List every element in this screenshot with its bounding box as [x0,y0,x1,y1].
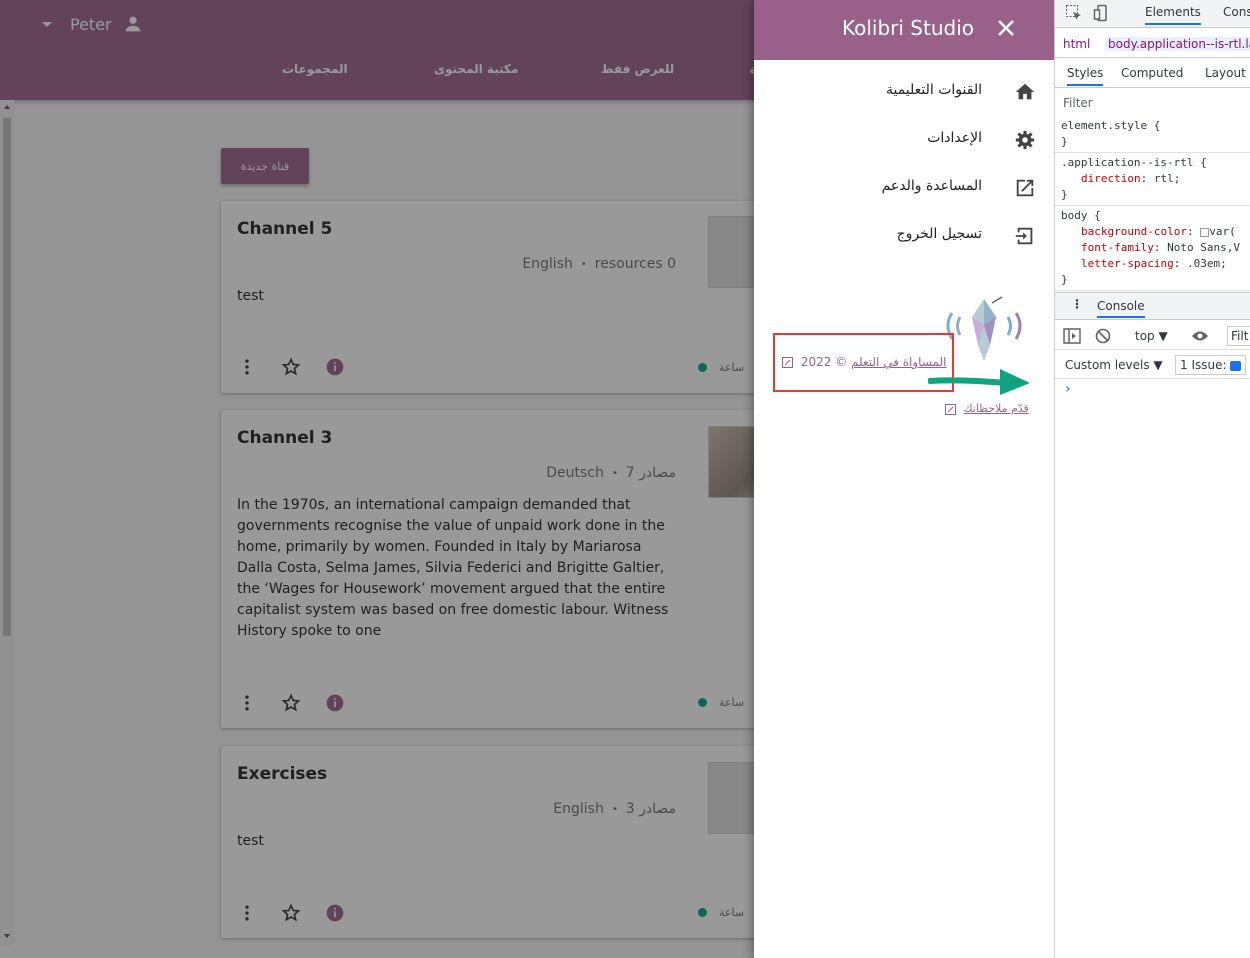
issues-button[interactable]: 1 Issue: [1175,355,1247,375]
css-rules-pane: element.style { } .application--is-rtl {… [1055,116,1250,291]
drawer-tab-console[interactable]: Console [1097,299,1145,318]
breadcrumb: html body.application--is-rtl.la [1055,30,1250,58]
dropdown-triangle-icon: ▼ [1153,358,1163,372]
css-rule[interactable]: element.style { } [1055,116,1250,153]
css-brace: } [1061,135,1068,148]
styles-filter-input[interactable]: Filter [1063,96,1093,110]
css-brace: } [1061,273,1068,286]
css-property: font-family [1081,241,1154,254]
feedback-text: قدّم ملاحظاتك [945,402,1029,415]
tab-console[interactable]: Cons [1223,5,1250,19]
menu-item-channels[interactable]: القنوات التعليمية [754,72,1054,112]
breadcrumb-body[interactable]: body.application--is-rtl.la [1105,37,1250,51]
css-rule[interactable]: body { background-color: var( font-famil… [1055,206,1250,291]
css-value: rtl; [1153,172,1181,185]
tab-styles[interactable]: Styles [1067,66,1104,86]
inspect-element-icon[interactable] [1065,4,1083,22]
studio-app: Peter المجموعات مكتبة المحتوى للعرض فقط … [0,0,1054,958]
css-value: var( [1209,225,1236,238]
css-brace: } [1061,188,1068,201]
annotation-highlight-box [773,333,954,392]
breadcrumb-html[interactable]: html [1063,37,1090,51]
annotation-arrow-icon [928,369,1030,395]
tab-layout[interactable]: Layout [1205,66,1246,80]
menu-item-help[interactable]: المساعدة والدعم [754,168,1054,208]
console-toolbar-levels: Custom levels ▼ 1 Issue: [1055,351,1250,379]
feedback-link[interactable]: قدّم ملاحظاتك [964,402,1029,415]
devtools-toolbar: Elements Cons [1055,0,1250,28]
menu-item-settings[interactable]: الإعدادات [754,120,1054,160]
navigation-drawer: Kolibri Studio القنوات التعليمية الإعداد… [754,0,1054,958]
menu-item-label: القنوات التعليمية [885,82,982,98]
console-filter-input[interactable]: Filt [1227,326,1250,346]
context-selector[interactable]: top ▼ [1135,329,1168,343]
css-property: letter-spacing [1081,257,1174,270]
css-selector: .application--is-rtl { [1061,156,1207,169]
sidebar-toggle-icon[interactable] [1063,328,1081,344]
levels-label: Custom levels [1065,358,1150,372]
css-property: direction [1081,172,1141,185]
tab-computed[interactable]: Computed [1121,66,1183,80]
home-icon [1015,83,1035,100]
tab-elements[interactable]: Elements [1145,5,1201,25]
css-rule[interactable]: .application--is-rtl { direction: rtl; } [1055,153,1250,206]
context-label: top [1135,329,1155,343]
eye-icon[interactable] [1191,328,1209,344]
styles-subtabs: Styles Computed Layout [1055,60,1250,88]
css-selector: element.style { [1061,119,1161,132]
menu-item-logout[interactable]: تسجيل الخروج [754,216,1054,256]
dropdown-triangle-icon: ▼ [1158,329,1168,343]
external-link-icon [945,403,956,415]
drawer-title: Kolibri Studio [842,16,975,40]
menu-item-label: المساعدة والدعم [881,178,982,194]
menu-item-label: تسجيل الخروج [896,226,982,242]
color-swatch-icon[interactable] [1200,227,1210,237]
log-levels-dropdown[interactable]: Custom levels ▼ [1065,358,1163,372]
drawer-header: Kolibri Studio [754,0,1054,60]
devtools-drawer-tabs: ⋮ Console [1055,292,1250,320]
css-value: .03em; [1186,257,1227,270]
logout-icon [1015,227,1033,245]
css-value: Noto Sans,V [1167,241,1240,254]
css-property: background-color [1081,225,1187,238]
device-toggle-icon[interactable] [1093,4,1111,22]
issues-label: 1 Issue: [1180,358,1227,372]
gear-icon [1015,130,1035,150]
console-prompt[interactable]: › [1065,381,1071,397]
close-icon[interactable] [994,16,1018,40]
clear-console-icon[interactable] [1095,328,1111,344]
more-vert-icon[interactable]: ⋮ [1071,297,1083,311]
css-selector: body { [1061,209,1101,222]
devtools-panel: Elements Cons html body.application--is-… [1054,0,1250,958]
menu-item-label: الإعدادات [927,130,982,146]
message-icon [1230,360,1242,371]
console-toolbar: top ▼ Filt [1055,322,1250,350]
open-in-new-icon [1016,179,1034,197]
